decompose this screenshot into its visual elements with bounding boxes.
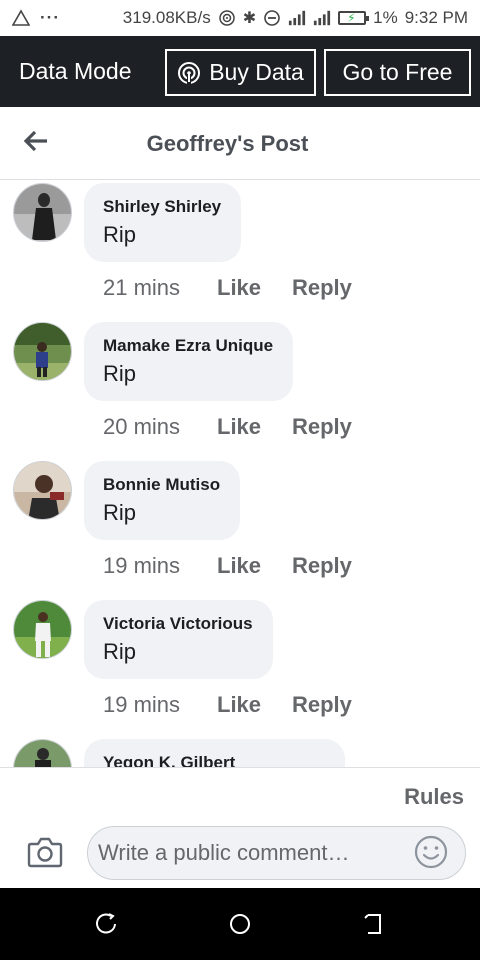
avatar[interactable] — [13, 183, 72, 242]
signal-4g-icon — [314, 10, 331, 26]
warning-icon — [12, 9, 30, 26]
comment-text: Rip — [103, 639, 137, 664]
comment-bubble[interactable]: Mamake Ezra Unique Rip — [84, 322, 294, 401]
buy-data-label: Buy Data — [209, 59, 304, 85]
reply-button[interactable]: Reply — [292, 414, 352, 440]
do-not-disturb-icon — [264, 10, 280, 26]
comment-bubble[interactable]: Bonnie Mutiso Rip — [84, 461, 241, 540]
comment-author[interactable]: Bonnie Mutiso — [103, 475, 220, 495]
comment-meta: 19 mins Like Reply — [103, 553, 352, 579]
android-navigation-bar — [0, 888, 480, 960]
comment-bubble[interactable]: Shirley Shirley Rip — [84, 183, 242, 262]
comment-meta: 21 mins Like Reply — [103, 275, 352, 301]
go-to-free-label: Go to Free — [342, 59, 453, 85]
avatar[interactable] — [13, 322, 72, 381]
status-bar: ··· 319.08KB/s ✱ ⚡ 1% 9:32 PM — [0, 0, 480, 36]
signal-icon — [289, 10, 306, 26]
camera-icon[interactable] — [27, 836, 63, 868]
page-title: Geoffrey's Post — [146, 131, 309, 156]
comment-meta: 19 mins Like Reply — [103, 692, 352, 718]
comments-list[interactable]: Shirley Shirley Rip 21 mins Like Reply M… — [0, 181, 480, 767]
avatar[interactable] — [13, 739, 72, 767]
post-header: Geoffrey's Post — [0, 107, 480, 180]
like-button[interactable]: Like — [217, 414, 292, 440]
bluetooth-icon: ✱ — [242, 10, 257, 27]
comment-composer: Rules — [0, 767, 480, 888]
reply-button[interactable]: Reply — [292, 275, 352, 301]
comment-author[interactable]: Mamake Ezra Unique — [103, 336, 273, 356]
like-button[interactable]: Like — [217, 553, 292, 579]
battery-percent: 1% — [373, 8, 398, 27]
comment-text: Rip — [103, 222, 137, 247]
recent-apps-icon[interactable] — [95, 912, 119, 936]
clock: 9:32 PM — [404, 8, 468, 27]
comment-text: Rip — [103, 500, 137, 525]
reply-button[interactable]: Reply — [292, 553, 352, 579]
comment-meta: 20 mins Like Reply — [103, 414, 352, 440]
comment-text: Rip — [103, 361, 137, 386]
smile-icon[interactable] — [414, 835, 448, 869]
comment-item: Mamake Ezra Unique Rip 20 mins Like Repl… — [0, 320, 480, 459]
more-dots-icon: ··· — [40, 8, 60, 27]
data-mode-label: Data Mode — [19, 58, 132, 84]
rules-link[interactable]: Rules — [404, 784, 464, 810]
home-icon[interactable] — [228, 912, 252, 936]
hotspot-icon — [178, 61, 201, 84]
comment-input[interactable] — [87, 826, 466, 880]
data-mode-bar: Data Mode Buy Data Go to Free — [0, 36, 480, 107]
comment-time: 20 mins — [103, 414, 181, 439]
comment-item: Yegon K. Gilbert — [0, 737, 480, 767]
battery-icon: ⚡ — [338, 11, 370, 25]
comment-bubble[interactable]: Victoria Victorious Rip — [84, 600, 273, 679]
buy-data-button[interactable]: Buy Data — [165, 49, 316, 96]
like-button[interactable]: Like — [217, 692, 292, 718]
comment-time: 19 mins — [103, 692, 181, 717]
avatar[interactable] — [13, 461, 72, 520]
comment-item: Victoria Victorious Rip 19 mins Like Rep… — [0, 598, 480, 737]
hotspot-status-icon — [218, 10, 235, 26]
comment-item: Bonnie Mutiso Rip 19 mins Like Reply — [0, 459, 480, 598]
comment-time: 21 mins — [103, 275, 181, 300]
reply-button[interactable]: Reply — [292, 692, 352, 718]
comment-time: 19 mins — [103, 553, 181, 578]
comment-item: Shirley Shirley Rip 21 mins Like Reply — [0, 181, 480, 320]
go-to-free-button[interactable]: Go to Free — [324, 49, 471, 96]
network-speed: 319.08KB/s — [122, 8, 211, 27]
like-button[interactable]: Like — [217, 275, 292, 301]
back-nav-icon[interactable] — [362, 912, 386, 936]
comment-author[interactable]: Yegon K. Gilbert — [103, 753, 325, 767]
comment-author[interactable]: Victoria Victorious — [103, 614, 253, 634]
comment-bubble[interactable]: Yegon K. Gilbert — [84, 739, 345, 767]
comment-author[interactable]: Shirley Shirley — [103, 197, 221, 217]
avatar[interactable] — [13, 600, 72, 659]
